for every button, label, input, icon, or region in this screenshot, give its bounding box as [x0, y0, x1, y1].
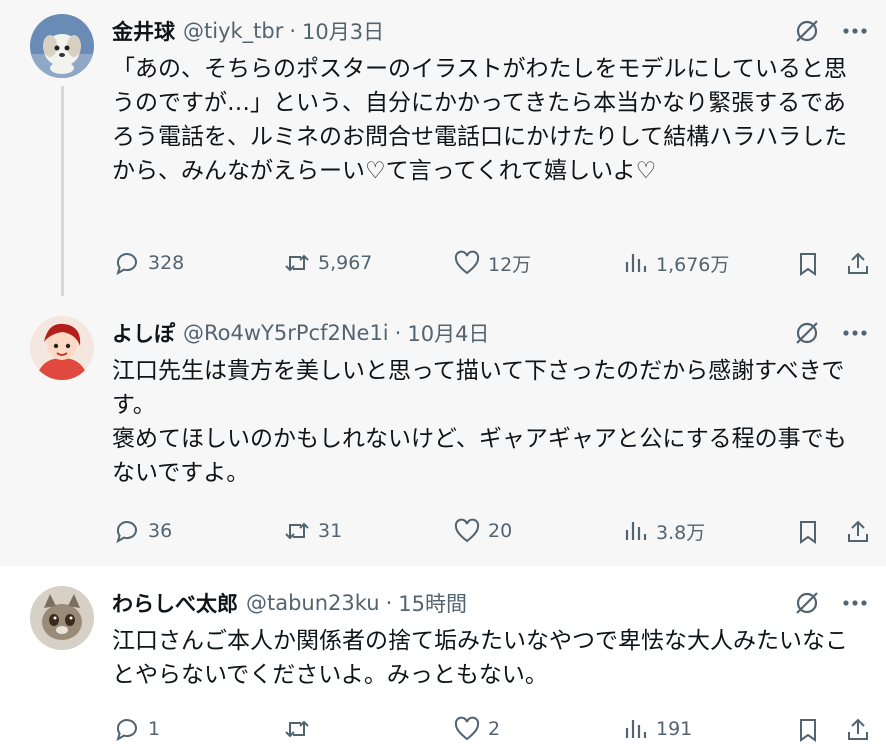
like-button[interactable]: 20: [452, 516, 512, 546]
view-count: 3.8万: [656, 521, 706, 544]
view-count: 1,676万: [656, 253, 730, 276]
retweet-button[interactable]: 5,967: [282, 248, 372, 278]
share-button[interactable]: [842, 516, 874, 548]
grok-icon[interactable]: [792, 588, 822, 618]
separator-dot: ·: [394, 321, 402, 345]
tweet-header: よしぽ @Ro4wY5rPcf2Ne1i · 10月4日: [112, 318, 489, 348]
more-icon[interactable]: [840, 318, 870, 348]
bookmark-icon: [800, 521, 816, 544]
reply-count: 1: [148, 718, 161, 740]
tweet-3[interactable]: わらしべ太郎 @tabun23ku · 15時間 江口さんご本人か関係者の捨て垢…: [0, 566, 886, 755]
like-icon: [454, 250, 480, 275]
reply-icon: [116, 253, 137, 276]
tweet-corner-actions: [792, 588, 870, 618]
grok-icon[interactable]: [792, 16, 822, 46]
tweet-text: 「あの、そちらのポスターのイラストがわたしをモデルにしていると思うのですが…」と…: [112, 56, 848, 184]
tweet-date[interactable]: 10月3日: [302, 16, 384, 46]
user-handle[interactable]: @Ro4wY5rPcf2Ne1i: [183, 321, 389, 345]
like-button[interactable]: 2: [452, 714, 500, 744]
like-icon: [454, 716, 480, 741]
separator-dot: ·: [385, 591, 393, 615]
views-icon: [625, 254, 647, 272]
bookmark-button[interactable]: [792, 516, 824, 548]
bookmark-icon: [800, 719, 816, 742]
like-button[interactable]: 12万: [452, 248, 531, 278]
retweet-count: 31: [318, 520, 343, 542]
more-icon[interactable]: [840, 16, 870, 46]
reply-icon: [116, 719, 137, 742]
more-icon[interactable]: [840, 588, 870, 618]
bookmark-button[interactable]: [792, 714, 824, 746]
avatar[interactable]: [30, 316, 94, 380]
tweet-header: わらしべ太郎 @tabun23ku · 15時間: [112, 588, 467, 618]
avatar[interactable]: [30, 586, 94, 650]
like-count: 2: [488, 718, 501, 740]
display-name[interactable]: わらしべ太郎: [112, 588, 238, 618]
like-count: 20: [488, 520, 513, 542]
like-icon: [454, 518, 480, 543]
tweet-corner-actions: [792, 318, 870, 348]
action-bar: 36 31 20 3.8万: [112, 516, 872, 548]
tweet-text: 江口さんご本人か関係者の捨て垢みたいなやつで卑怯な大人みたいなことやらないでくだ…: [112, 628, 848, 688]
retweet-button[interactable]: [282, 714, 318, 744]
tweet-date[interactable]: 15時間: [398, 588, 467, 618]
views-icon: [625, 522, 647, 540]
action-bar: 1 2 191: [112, 714, 872, 746]
retweet-icon: [285, 522, 309, 540]
tweet-header: 金井球 @tiyk_tbr · 10月3日: [112, 16, 384, 46]
share-icon: [848, 520, 868, 542]
share-button[interactable]: [842, 714, 874, 746]
avatar[interactable]: [30, 14, 94, 78]
views-button[interactable]: 1,676万: [620, 248, 729, 278]
user-handle[interactable]: @tiyk_tbr: [183, 19, 283, 43]
bookmark-icon: [800, 253, 816, 276]
reply-button[interactable]: 36: [112, 516, 172, 546]
tweet-2[interactable]: よしぽ @Ro4wY5rPcf2Ne1i · 10月4日 江口先生は貴方を美しい…: [0, 296, 886, 566]
bookmark-button[interactable]: [792, 248, 824, 280]
views-button[interactable]: 191: [620, 714, 692, 744]
user-handle[interactable]: @tabun23ku: [246, 591, 380, 615]
reply-count: 36: [148, 520, 173, 542]
tweet-corner-actions: [792, 16, 870, 46]
tweet-1[interactable]: 金井球 @tiyk_tbr · 10月3日 「あの、そちらのポスターのイラストが…: [0, 0, 886, 296]
retweet-count: 5,967: [318, 252, 373, 274]
display-name[interactable]: 金井球: [112, 16, 175, 46]
view-count: 191: [656, 718, 693, 740]
tweet-text: 江口先生は貴方を美しいと思って描いて下さったのだから感謝すべきです。 褒めてほし…: [112, 358, 847, 486]
reply-count: 328: [148, 252, 185, 274]
retweet-icon: [285, 720, 309, 738]
separator-dot: ·: [289, 19, 297, 43]
retweet-icon: [285, 254, 309, 272]
reply-button[interactable]: 328: [112, 248, 184, 278]
grok-icon[interactable]: [792, 318, 822, 348]
retweet-button[interactable]: 31: [282, 516, 342, 546]
share-icon: [848, 252, 868, 274]
reply-icon: [116, 521, 137, 544]
tweet-date[interactable]: 10月4日: [407, 318, 489, 348]
thread-line: [61, 86, 64, 296]
share-button[interactable]: [842, 248, 874, 280]
action-bar: 328 5,967 12万 1,676万: [112, 248, 872, 280]
views-button[interactable]: 3.8万: [620, 516, 705, 546]
reply-button[interactable]: 1: [112, 714, 160, 744]
share-icon: [848, 718, 868, 740]
display-name[interactable]: よしぽ: [112, 318, 175, 348]
views-icon: [625, 720, 647, 738]
like-count: 12万: [488, 253, 532, 276]
